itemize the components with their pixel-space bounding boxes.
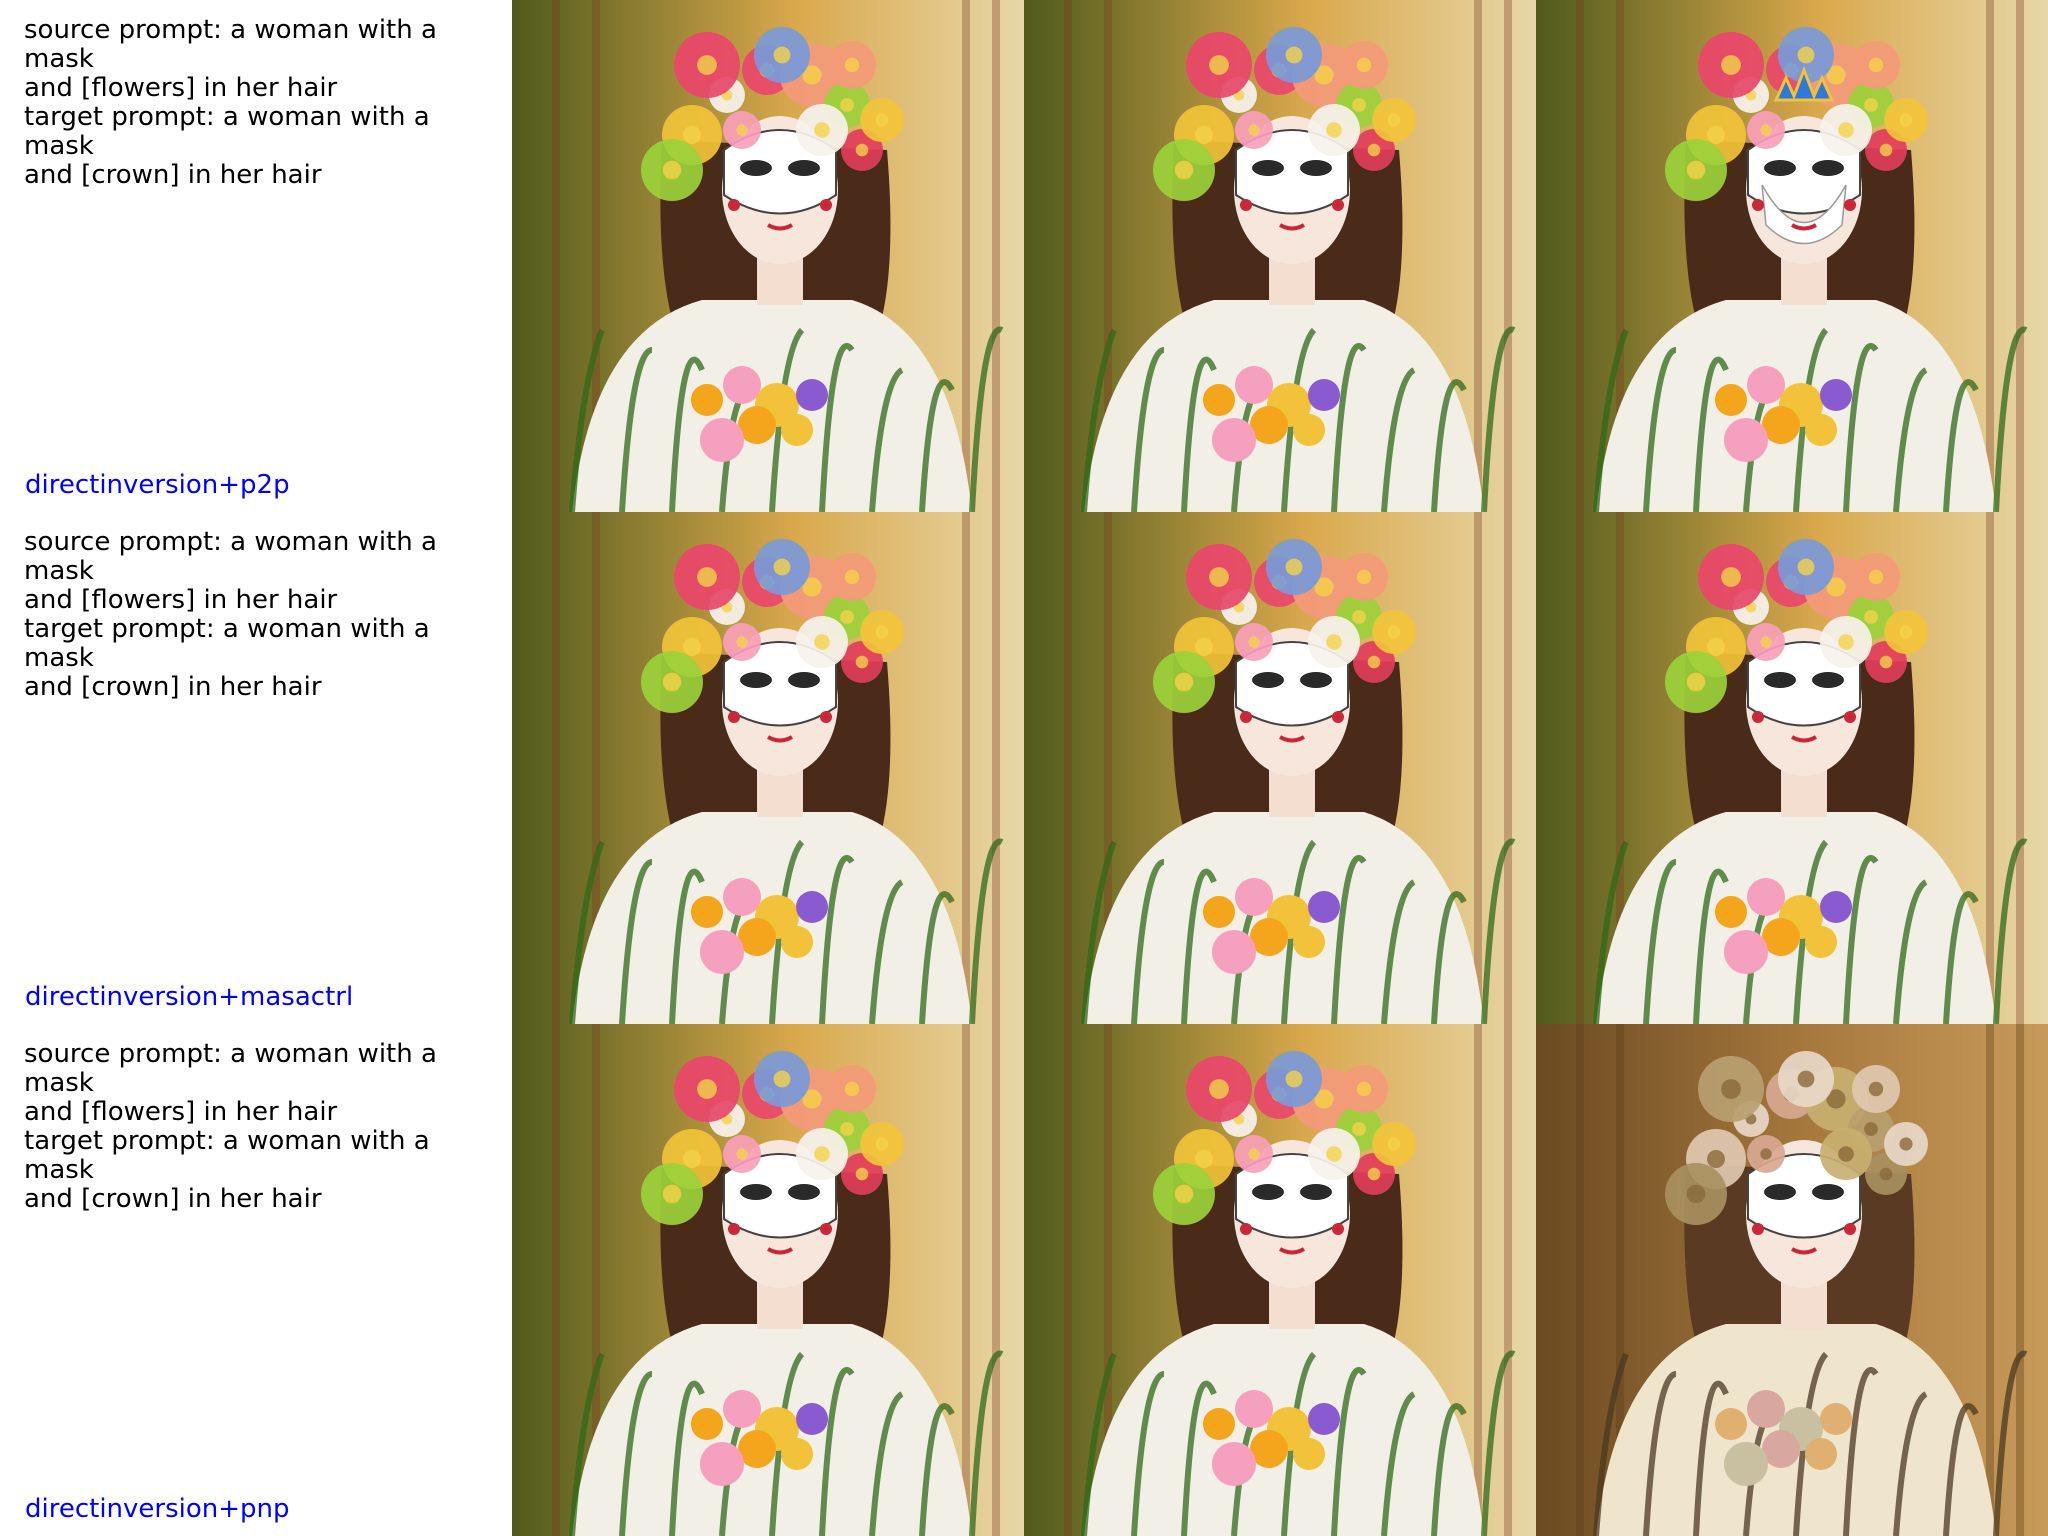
result-row-3: source prompt: a woman with a mask and [… (0, 1024, 2048, 1536)
row-label-column: source prompt: a woman with a mask and [… (0, 0, 512, 512)
result-row-2: source prompt: a woman with a mask and [… (0, 512, 2048, 1024)
source-image (512, 512, 1024, 1024)
method-label: directinversion+pnp (25, 1494, 290, 1524)
prompt-text: source prompt: a woman with a mask and [… (24, 1040, 504, 1214)
prompt-text: source prompt: a woman with a mask and [… (24, 16, 504, 190)
portrait-illustration (1536, 1024, 2048, 1536)
edited-image (1536, 512, 2048, 1024)
portrait-illustration (1024, 1024, 1536, 1536)
edited-image (1536, 1024, 2048, 1536)
portrait-illustration (512, 0, 1024, 512)
source-prompt: source prompt: a woman with a mask and [… (24, 15, 437, 103)
portrait-illustration (1536, 0, 2048, 512)
reconstruction-image (1024, 1024, 1536, 1536)
portrait-illustration (1024, 0, 1536, 512)
portrait-illustration (1024, 512, 1536, 1024)
edited-image (1536, 0, 2048, 512)
reconstruction-image (1024, 0, 1536, 512)
row-label-column: source prompt: a woman with a mask and [… (0, 512, 512, 1024)
portrait-illustration (512, 1024, 1024, 1536)
reconstruction-image (1024, 512, 1536, 1024)
source-image (512, 0, 1024, 512)
source-prompt: source prompt: a woman with a mask and [… (24, 1039, 437, 1127)
source-image (512, 1024, 1024, 1536)
prompt-text: source prompt: a woman with a mask and [… (24, 528, 504, 702)
result-row-1: source prompt: a woman with a mask and [… (0, 0, 2048, 512)
portrait-illustration (1536, 512, 2048, 1024)
target-prompt: target prompt: a woman with a mask and [… (24, 614, 430, 702)
method-label: directinversion+masactrl (25, 982, 354, 1012)
source-prompt: source prompt: a woman with a mask and [… (24, 527, 437, 615)
target-prompt: target prompt: a woman with a mask and [… (24, 1126, 430, 1214)
row-label-column: source prompt: a woman with a mask and [… (0, 1024, 512, 1536)
portrait-illustration (512, 512, 1024, 1024)
method-label: directinversion+p2p (25, 470, 290, 500)
target-prompt: target prompt: a woman with a mask and [… (24, 102, 430, 190)
